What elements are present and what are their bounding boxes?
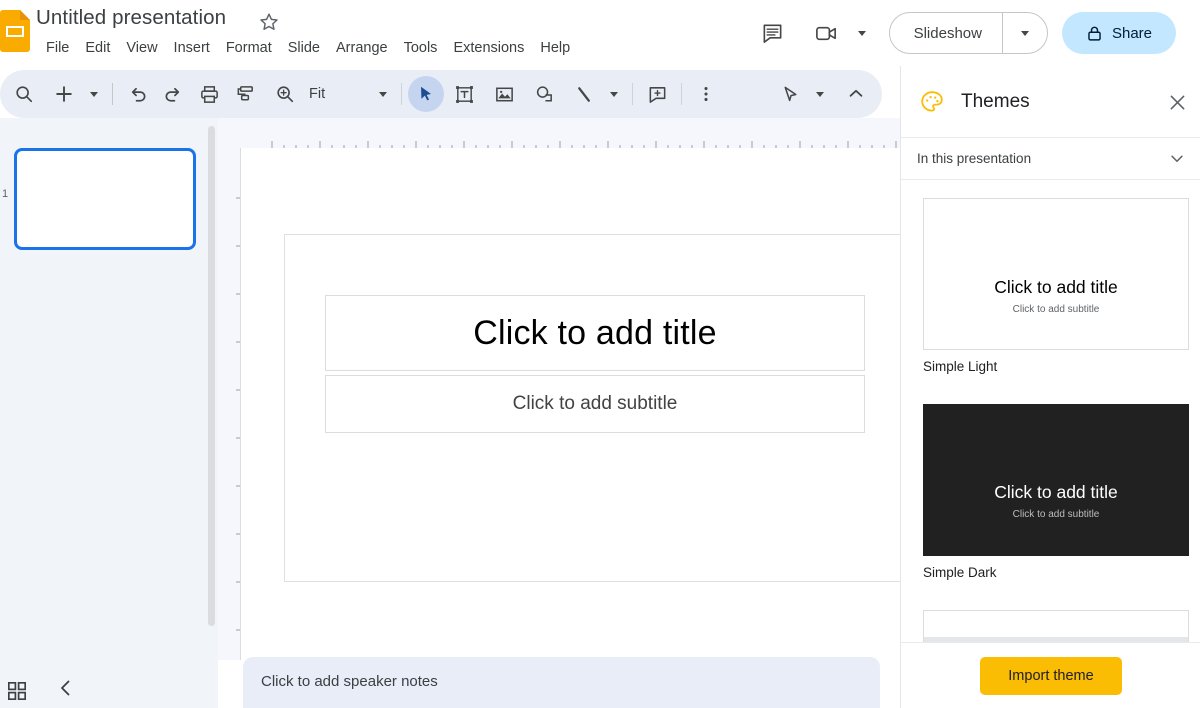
print-icon[interactable] [191, 76, 227, 112]
slideshow-button-group[interactable]: Slideshow [888, 12, 1048, 54]
toolbar-divider-4 [681, 83, 683, 105]
chevron-up-icon[interactable] [838, 76, 874, 112]
toolbar-divider [112, 83, 113, 105]
laser-pointer-icon[interactable] [772, 76, 808, 112]
select-arrow-icon[interactable] [408, 76, 445, 112]
shape-icon[interactable] [526, 76, 562, 112]
theme-thumb-title: Click to add title [994, 277, 1118, 297]
menu-tools[interactable]: Tools [396, 38, 446, 58]
zoom-level-caret-icon[interactable] [371, 76, 395, 112]
menu-slide[interactable]: Slide [280, 38, 328, 58]
slide-thumbnail[interactable] [14, 148, 196, 250]
title-placeholder[interactable]: Click to add title [325, 295, 865, 371]
subtitle-placeholder[interactable]: Click to add subtitle [325, 375, 865, 433]
themes-panel-footer: Import theme [901, 642, 1200, 708]
theme-thumb-subtitle: Click to add subtitle [1012, 509, 1100, 520]
search-icon[interactable] [6, 76, 42, 112]
video-camera-icon[interactable] [807, 13, 847, 53]
toolbar-divider-3 [632, 83, 634, 105]
zoom-level-value[interactable]: Fit [303, 86, 327, 102]
paint-format-icon[interactable] [227, 76, 263, 112]
chevron-left-icon[interactable] [52, 674, 80, 702]
themes-section-label: In this presentation [917, 151, 1032, 166]
close-icon[interactable] [1161, 86, 1193, 118]
import-theme-button[interactable]: Import theme [980, 656, 1122, 695]
theme-thumb-subtitle: Click to add subtitle [1012, 304, 1100, 315]
theme-card-simple-light[interactable]: Click to add title Click to add subtitle… [923, 198, 1189, 374]
redo-icon[interactable] [155, 76, 191, 112]
filmstrip-scrollbar[interactable] [208, 126, 215, 626]
undo-icon[interactable] [119, 76, 155, 112]
line-caret-icon[interactable] [602, 76, 626, 112]
slide-canvas-area: Click to add title Click to add subtitle [218, 118, 904, 664]
theme-card-simple-dark[interactable]: Click to add title Click to add subtitle… [923, 404, 1189, 580]
grid-view-icon[interactable] [0, 676, 34, 706]
line-icon[interactable] [566, 76, 602, 112]
theme-name-label: Simple Light [923, 359, 998, 374]
slides-logo-icon[interactable] [0, 10, 30, 52]
meet-dropdown-caret-icon[interactable] [849, 13, 875, 53]
slide-edit-pane: Click to add title Click to add subtitle [240, 148, 904, 664]
theme-thumb-title: Click to add title [994, 482, 1118, 502]
toolbar-divider-2 [401, 83, 403, 105]
speaker-notes-panel[interactable]: Click to add speaker notes [243, 657, 880, 708]
add-slide-icon[interactable] [46, 76, 82, 112]
theme-thumbnail: Click to add title Click to add subtitle [923, 198, 1189, 350]
slideshow-label: Slideshow [913, 24, 982, 42]
laser-caret-icon[interactable] [808, 76, 832, 112]
star-icon[interactable] [258, 11, 280, 33]
menu-help[interactable]: Help [532, 38, 578, 58]
share-button[interactable]: Share [1061, 12, 1176, 54]
slide-filmstrip: 1 [0, 118, 218, 660]
slide-surface[interactable]: Click to add title Click to add subtitle [284, 234, 904, 582]
menu-format[interactable]: Format [218, 38, 280, 58]
theme-name-label: Simple Dark [923, 565, 997, 580]
filmstrip-slide-1[interactable]: 1 [0, 148, 206, 250]
insert-image-icon[interactable] [486, 76, 522, 112]
themes-panel-header: Themes [901, 66, 1200, 138]
menu-view[interactable]: View [118, 38, 165, 58]
slide-number: 1 [2, 188, 9, 200]
themes-section-in-this-presentation[interactable]: In this presentation [901, 138, 1200, 180]
zoom-tool-icon[interactable] [267, 76, 303, 112]
share-label: Share [1111, 24, 1152, 42]
lock-icon [1086, 25, 1103, 42]
document-title[interactable]: Untitled presentation [36, 6, 226, 30]
palette-icon [919, 89, 945, 115]
slideshow-button: Slideshow [890, 13, 1002, 53]
text-box-icon[interactable] [446, 76, 482, 112]
add-comment-icon[interactable] [639, 76, 675, 112]
subtitle-placeholder-text: Click to add subtitle [512, 393, 678, 414]
menu-edit[interactable]: Edit [77, 38, 118, 58]
title-placeholder-text: Click to add title [473, 313, 717, 352]
theme-thumbnail: Click to add title Click to add subtitle [923, 404, 1189, 556]
menu-extensions[interactable]: Extensions [445, 38, 532, 58]
menu-insert[interactable]: Insert [166, 38, 218, 58]
speaker-notes-placeholder: Click to add speaker notes [261, 673, 438, 690]
add-slide-caret-icon[interactable] [82, 76, 106, 112]
slideshow-dropdown-caret-icon[interactable] [1003, 13, 1047, 53]
header-actions: Slideshow Share [753, 0, 1176, 66]
themes-list: Click to add title Click to add subtitle… [901, 180, 1200, 708]
google-slides-window: Untitled presentation File Edit View Ins… [0, 0, 1200, 708]
menu-arrange[interactable]: Arrange [328, 38, 396, 58]
themes-panel-title: Themes [961, 90, 1030, 112]
chevron-down-icon[interactable] [1169, 151, 1185, 167]
comment-history-icon[interactable] [753, 13, 793, 53]
menu-file[interactable]: File [38, 38, 77, 58]
more-vertical-icon[interactable] [688, 76, 724, 112]
themes-panel: Themes In this presentation Click to add… [900, 66, 1200, 708]
top-bar: Untitled presentation File Edit View Ins… [0, 0, 1200, 66]
menu-bar: File Edit View Insert Format Slide Arran… [38, 38, 578, 58]
filmstrip-bottom-bar [0, 660, 218, 708]
